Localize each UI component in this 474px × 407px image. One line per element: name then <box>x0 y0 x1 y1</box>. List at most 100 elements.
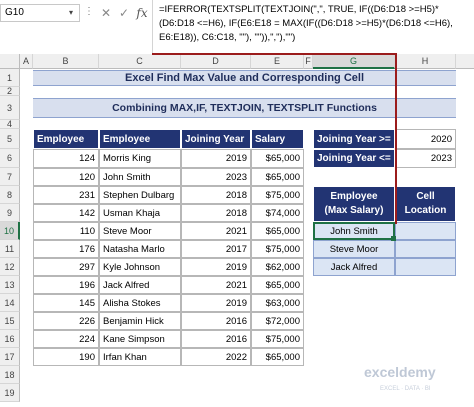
table-cell-salary[interactable]: $65,000 <box>251 348 304 366</box>
column-header-c[interactable]: C <box>99 54 181 69</box>
row-header-17[interactable]: 17 <box>0 348 20 366</box>
table-cell-joining-year[interactable]: 2016 <box>181 312 251 330</box>
table-cell-employee-id[interactable]: 297 <box>33 258 99 276</box>
fill-handle[interactable] <box>391 236 396 241</box>
enter-icon[interactable]: ✓ <box>116 4 132 22</box>
row-header-7[interactable]: 7 <box>0 168 20 186</box>
table-cell-employee-name[interactable]: Usman Khaja <box>99 204 181 222</box>
column-header-g[interactable]: G <box>313 54 395 69</box>
table-cell-employee-name[interactable]: Benjamin Hick <box>99 312 181 330</box>
table-cell-employee-name[interactable]: Steve Moor <box>99 222 181 240</box>
row-header-19[interactable]: 19 <box>0 384 20 402</box>
table-cell-employee-name[interactable]: Morris King <box>99 149 181 168</box>
row-header-3[interactable]: 3 <box>0 96 20 120</box>
row-header-16[interactable]: 16 <box>0 330 20 348</box>
column-header-e[interactable]: E <box>251 54 304 69</box>
row-header-8[interactable]: 8 <box>0 186 20 204</box>
table-cell-salary[interactable]: $65,000 <box>251 149 304 168</box>
row-header-5[interactable]: 5 <box>0 129 20 149</box>
table-cell-employee-id[interactable]: 231 <box>33 186 99 204</box>
table-cell-salary[interactable]: $75,000 <box>251 186 304 204</box>
table-cell-joining-year[interactable]: 2021 <box>181 222 251 240</box>
result-header-employee-line1: Employee <box>330 191 378 202</box>
column-header-i[interactable] <box>456 54 474 69</box>
table-cell-salary[interactable]: $75,000 <box>251 330 304 348</box>
table-cell-salary[interactable]: $65,000 <box>251 222 304 240</box>
table-cell-salary[interactable]: $65,000 <box>251 168 304 186</box>
table-cell-joining-year[interactable]: 2022 <box>181 348 251 366</box>
table-cell-employee-id[interactable]: 120 <box>33 168 99 186</box>
row-header-14[interactable]: 14 <box>0 294 20 312</box>
table-cell-joining-year[interactable]: 2017 <box>181 240 251 258</box>
table-cell-employee-name[interactable]: Natasha Marlo <box>99 240 181 258</box>
result-name-2[interactable]: Steve Moor <box>313 240 395 258</box>
result-location-3[interactable] <box>395 258 456 276</box>
table-cell-employee-id[interactable]: 142 <box>33 204 99 222</box>
chevron-down-icon[interactable]: ▾ <box>64 4 78 22</box>
row-header-12[interactable]: 12 <box>0 258 20 276</box>
watermark-logo: exceldemy <box>364 364 436 380</box>
row-header-2[interactable]: 2 <box>0 87 20 96</box>
watermark-tagline: EXCEL · DATA · BI <box>380 386 431 392</box>
table-cell-salary[interactable]: $74,000 <box>251 204 304 222</box>
result-location-1[interactable] <box>395 222 456 240</box>
column-header-f[interactable]: F <box>304 54 313 69</box>
column-header-d[interactable]: D <box>181 54 251 69</box>
table-cell-employee-id[interactable]: 110 <box>33 222 99 240</box>
table-cell-employee-id[interactable]: 176 <box>33 240 99 258</box>
table-cell-employee-name[interactable]: Stephen Dulbarg <box>99 186 181 204</box>
fx-icon[interactable]: fx <box>134 4 150 22</box>
row-header-9[interactable]: 9 <box>0 204 20 222</box>
table-cell-salary[interactable]: $63,000 <box>251 294 304 312</box>
criteria-label-max: Joining Year <= <box>313 149 395 168</box>
cancel-icon[interactable]: ✕ <box>98 4 114 22</box>
row-header-1[interactable]: 1 <box>0 69 20 87</box>
table-cell-employee-name[interactable]: John Smith <box>99 168 181 186</box>
table-cell-employee-id[interactable]: 124 <box>33 149 99 168</box>
table-cell-employee-name[interactable]: Irfan Khan <box>99 348 181 366</box>
table-cell-employee-id[interactable]: 224 <box>33 330 99 348</box>
table-cell-employee-id[interactable]: 145 <box>33 294 99 312</box>
row-header-13[interactable]: 13 <box>0 276 20 294</box>
criteria-value-max[interactable]: 2023 <box>395 149 456 168</box>
column-header-h[interactable]: H <box>395 54 456 69</box>
table-cell-employee-id[interactable]: 196 <box>33 276 99 294</box>
table-cell-employee-name[interactable]: Alisha Stokes <box>99 294 181 312</box>
result-name-3[interactable]: Jack Alfred <box>313 258 395 276</box>
result-header-cell-line2: Location <box>404 205 447 216</box>
table-cell-joining-year[interactable]: 2018 <box>181 186 251 204</box>
active-cell-outline <box>313 222 395 240</box>
table-cell-salary[interactable]: $72,000 <box>251 312 304 330</box>
table-cell-joining-year[interactable]: 2019 <box>181 294 251 312</box>
table-cell-joining-year[interactable]: 2019 <box>181 258 251 276</box>
row-header-15[interactable]: 15 <box>0 312 20 330</box>
column-header-a[interactable]: A <box>20 54 33 69</box>
table-cell-salary[interactable]: $62,000 <box>251 258 304 276</box>
row-header-18[interactable]: 18 <box>0 366 20 384</box>
table-cell-employee-name[interactable]: Kane Simpson <box>99 330 181 348</box>
table-cell-employee-name[interactable]: Jack Alfred <box>99 276 181 294</box>
row-header-4[interactable]: 4 <box>0 120 20 129</box>
annotation-line-horizontal <box>152 53 397 55</box>
header-employee-id: Employee ID <box>33 129 99 164</box>
row-header-6[interactable]: 6 <box>0 149 20 168</box>
table-cell-joining-year[interactable]: 2019 <box>181 149 251 168</box>
result-header-employee: Employee (Max Salary) <box>313 186 395 222</box>
table-cell-joining-year[interactable]: 2023 <box>181 168 251 186</box>
table-cell-salary[interactable]: $65,000 <box>251 276 304 294</box>
table-cell-joining-year[interactable]: 2016 <box>181 330 251 348</box>
table-cell-employee-name[interactable]: Kyle Johnson <box>99 258 181 276</box>
row-header-11[interactable]: 11 <box>0 240 20 258</box>
row-header-10[interactable]: 10 <box>0 222 20 240</box>
header-joining-year: Joining Year <box>181 129 251 149</box>
criteria-value-min[interactable]: 2020 <box>395 129 456 149</box>
table-cell-salary[interactable]: $75,000 <box>251 240 304 258</box>
result-location-2[interactable] <box>395 240 456 258</box>
table-cell-employee-id[interactable]: 226 <box>33 312 99 330</box>
select-all-corner[interactable] <box>0 54 20 69</box>
result-header-cell-line1: Cell <box>416 191 435 202</box>
column-header-b[interactable]: B <box>33 54 99 69</box>
table-cell-joining-year[interactable]: 2021 <box>181 276 251 294</box>
table-cell-joining-year[interactable]: 2018 <box>181 204 251 222</box>
table-cell-employee-id[interactable]: 190 <box>33 348 99 366</box>
